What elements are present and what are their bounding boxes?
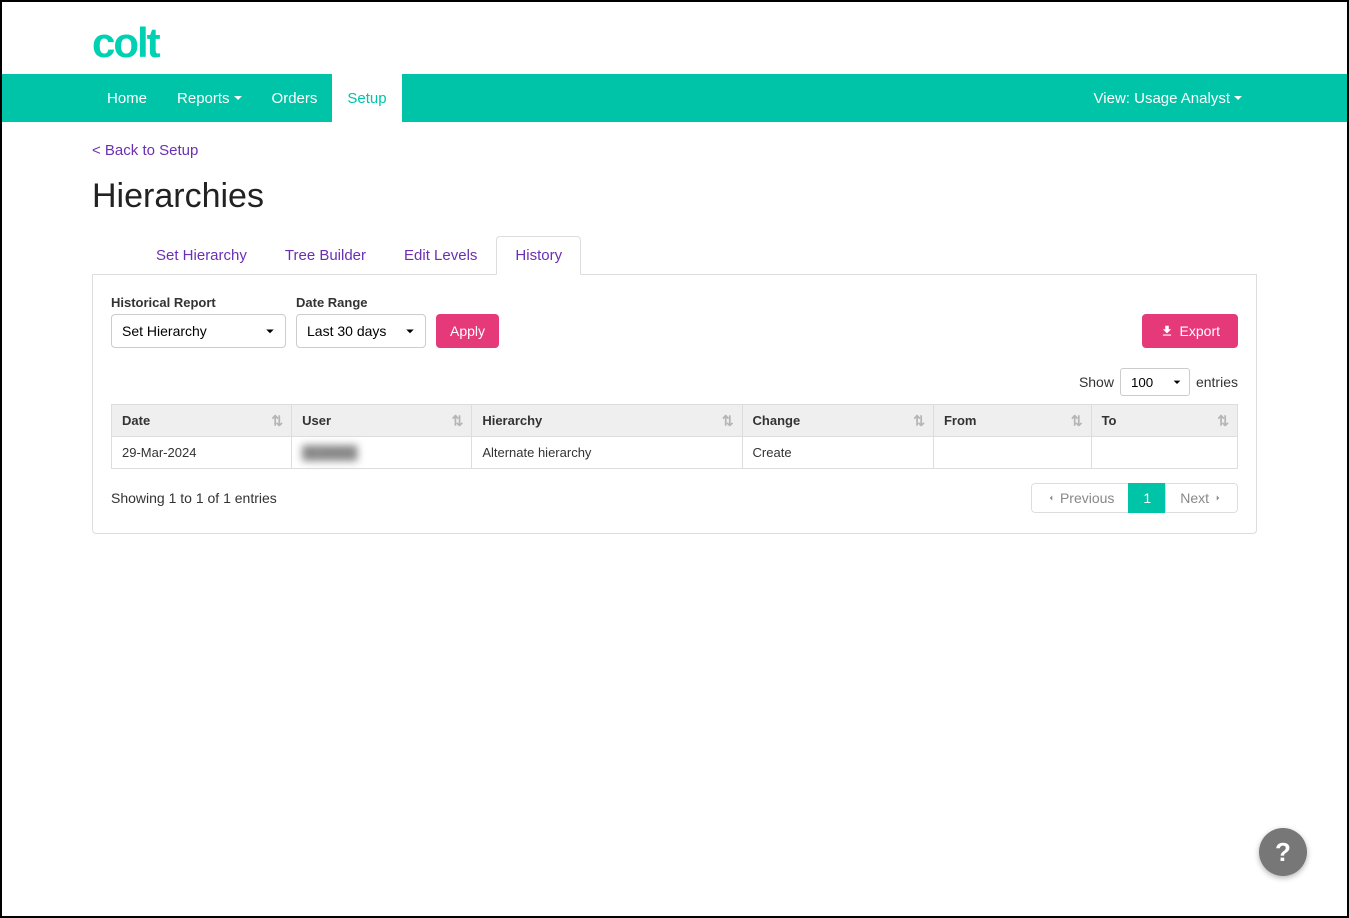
col-user[interactable]: User⇅ (292, 405, 472, 437)
entries-label: entries (1196, 374, 1238, 390)
historical-report-label: Historical Report (111, 295, 286, 310)
date-range-select[interactable]: Last 30 days (296, 314, 426, 348)
historical-report-select[interactable]: Set Hierarchy (111, 314, 286, 348)
cell-to (1091, 437, 1237, 469)
tab-set-hierarchy[interactable]: Set Hierarchy (137, 236, 266, 275)
history-table: Date⇅ User⇅ Hierarchy⇅ Change⇅ From⇅ To⇅… (111, 404, 1238, 469)
cell-from (933, 437, 1091, 469)
download-icon (1160, 324, 1174, 338)
export-button-label: Export (1180, 323, 1220, 339)
page-1-button[interactable]: 1 (1128, 483, 1166, 513)
apply-button[interactable]: Apply (436, 314, 499, 348)
sort-icon: ⇅ (1217, 412, 1229, 429)
table-info: Showing 1 to 1 of 1 entries (111, 490, 277, 506)
chevron-down-icon (234, 96, 242, 100)
logo: colt (92, 22, 1347, 64)
chevron-down-icon (1234, 96, 1242, 100)
help-button[interactable]: ? (1259, 828, 1307, 876)
col-change[interactable]: Change⇅ (742, 405, 933, 437)
chevron-left-icon (1046, 493, 1056, 503)
nav-reports[interactable]: Reports (162, 74, 257, 122)
chevron-right-icon (1213, 493, 1223, 503)
nav-home[interactable]: Home (92, 74, 162, 122)
pagination: Previous 1 Next (1031, 483, 1238, 513)
cell-hierarchy: Alternate hierarchy (472, 437, 742, 469)
nav-reports-label: Reports (177, 90, 230, 107)
sort-icon: ⇅ (1071, 412, 1083, 429)
tab-edit-levels[interactable]: Edit Levels (385, 236, 496, 275)
col-to[interactable]: To⇅ (1091, 405, 1237, 437)
sort-icon: ⇅ (722, 412, 734, 429)
col-from[interactable]: From⇅ (933, 405, 1091, 437)
back-to-setup-link[interactable]: < Back to Setup (92, 142, 198, 159)
show-entries-select[interactable]: 100 (1120, 368, 1190, 396)
cell-change: Create (742, 437, 933, 469)
sort-icon: ⇅ (452, 412, 464, 429)
page-title: Hierarchies (92, 177, 1257, 216)
col-hierarchy[interactable]: Hierarchy⇅ (472, 405, 742, 437)
history-panel: Historical Report Set Hierarchy Date Ran… (92, 275, 1257, 534)
tab-history[interactable]: History (496, 236, 581, 275)
export-button[interactable]: Export (1142, 314, 1238, 348)
nav-orders[interactable]: Orders (257, 74, 333, 122)
tabs: Set Hierarchy Tree Builder Edit Levels H… (92, 236, 1257, 275)
previous-button[interactable]: Previous (1031, 483, 1129, 513)
tab-tree-builder[interactable]: Tree Builder (266, 236, 385, 275)
date-range-label: Date Range (296, 295, 426, 310)
sort-icon: ⇅ (271, 412, 283, 429)
nav-setup[interactable]: Setup (332, 74, 401, 122)
table-row: 29-Mar-2024 ██████ Alternate hierarchy C… (112, 437, 1238, 469)
col-date[interactable]: Date⇅ (112, 405, 292, 437)
sort-icon: ⇅ (913, 412, 925, 429)
nav-view-label: View: Usage Analyst (1094, 90, 1230, 107)
navbar: Home Reports Orders Setup View: Usage An… (2, 74, 1347, 122)
cell-user: ██████ (292, 437, 472, 469)
next-button[interactable]: Next (1165, 483, 1238, 513)
show-label: Show (1079, 374, 1114, 390)
cell-date: 29-Mar-2024 (112, 437, 292, 469)
nav-view-selector[interactable]: View: Usage Analyst (1079, 74, 1257, 122)
